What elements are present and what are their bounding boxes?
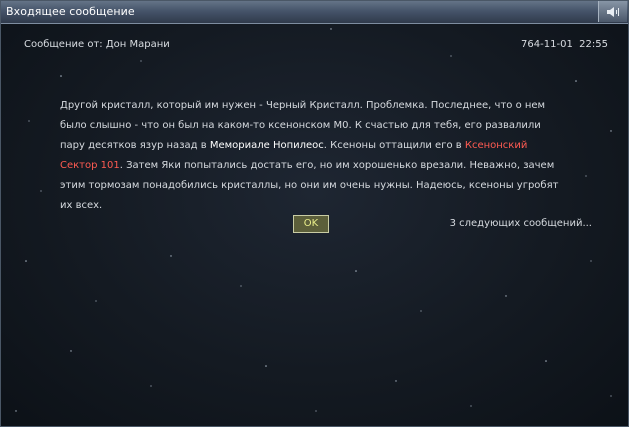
title-bar[interactable]: Входящее сообщение xyxy=(1,1,628,24)
location-link-memorial: Мемориале Нопилеос xyxy=(209,140,324,151)
sound-button[interactable] xyxy=(598,1,627,22)
message-window: Входящее сообщение Сообщение от: Дон Мар… xyxy=(0,0,629,427)
message-body: Другой кристалл, который им нужен - Черн… xyxy=(60,96,560,216)
message-time: 22:55 xyxy=(579,39,608,50)
speaker-icon xyxy=(607,6,619,17)
ok-button[interactable]: OK xyxy=(293,215,329,233)
message-sender: Сообщение от: Дон Марани xyxy=(24,39,170,50)
next-messages-link[interactable]: 3 следующих сообщений... xyxy=(450,218,592,229)
message-timestamp: 764-11-01 22:55 xyxy=(521,39,608,50)
message-date: 764-11-01 xyxy=(521,39,573,50)
message-body-part: . Ксеноны оттащили его в xyxy=(323,140,465,151)
window-title: Входящее сообщение xyxy=(6,5,135,18)
message-body-part: . Затем Яки попытались достать его, но и… xyxy=(60,160,559,211)
